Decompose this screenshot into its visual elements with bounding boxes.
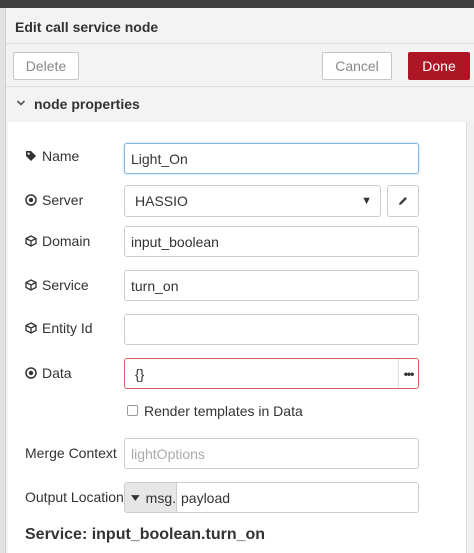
output-type-select[interactable]: msg. xyxy=(124,482,176,513)
chevron-down-icon xyxy=(16,100,26,106)
server-label: Server xyxy=(25,192,83,208)
service-input-value: turn_on xyxy=(131,277,179,294)
render-templates-checkbox[interactable] xyxy=(127,405,138,416)
tag-icon xyxy=(26,151,36,161)
server-select-value: HASSIO xyxy=(135,193,188,209)
merge-context-input[interactable]: lightOptions xyxy=(124,438,419,469)
data-label-text: Data xyxy=(42,365,72,381)
merge-context-label: Merge Context xyxy=(25,445,117,461)
name-input[interactable]: Light_On xyxy=(124,143,419,174)
cube-icon xyxy=(25,235,37,247)
domain-label: Domain xyxy=(25,233,90,249)
data-label: Data xyxy=(25,365,72,381)
done-button[interactable]: Done xyxy=(408,52,470,80)
merge-context-placeholder: lightOptions xyxy=(131,445,205,462)
service-summary: Service: input_boolean.turn_on xyxy=(25,526,266,543)
dialog-toolbar: Delete Cancel Done xyxy=(6,45,474,87)
caret-down-icon: ▼ xyxy=(361,195,372,207)
entity-id-input[interactable] xyxy=(124,314,419,345)
entity-id-label: Entity Id xyxy=(25,320,93,336)
entity-id-label-text: Entity Id xyxy=(42,320,93,336)
delete-button[interactable]: Delete xyxy=(13,52,79,80)
window-top-bar xyxy=(0,0,474,8)
name-input-value: Light_On xyxy=(131,150,188,167)
name-label-text: Name xyxy=(42,148,80,164)
render-templates-label: Render templates in Data xyxy=(144,403,303,419)
caret-down-icon xyxy=(131,494,140,501)
data-json-input[interactable]: {} ••• xyxy=(124,358,419,389)
server-select[interactable]: HASSIO ▼ xyxy=(124,185,381,217)
dot-circle-icon xyxy=(25,194,37,206)
domain-input-value: input_boolean xyxy=(131,233,219,250)
domain-label-text: Domain xyxy=(42,233,91,249)
scrollbar[interactable] xyxy=(466,122,474,553)
cube-icon xyxy=(25,322,37,334)
output-location-label-text: Output Location xyxy=(25,489,124,505)
service-label: Service xyxy=(25,277,89,293)
output-location-input[interactable]: payload xyxy=(176,482,419,513)
section-title: node properties xyxy=(34,96,140,112)
dot-circle-icon xyxy=(25,367,37,379)
output-location-value: payload xyxy=(181,489,231,506)
expand-editor-button[interactable]: ••• xyxy=(398,359,418,388)
node-properties-header[interactable]: node properties xyxy=(6,88,474,120)
output-location-label: Output Location xyxy=(25,489,124,505)
pencil-icon xyxy=(399,197,407,205)
service-input[interactable]: turn_on xyxy=(124,270,419,301)
data-json-value: {} xyxy=(135,365,145,382)
domain-input[interactable]: input_boolean xyxy=(124,226,419,257)
service-label-text: Service xyxy=(42,277,89,293)
cancel-button[interactable]: Cancel xyxy=(322,52,392,80)
cube-icon xyxy=(25,279,37,291)
server-label-text: Server xyxy=(42,192,84,208)
edit-server-button[interactable] xyxy=(387,185,419,217)
dialog-header: Edit call service node xyxy=(6,8,474,44)
output-type-label: msg. xyxy=(145,489,176,506)
merge-context-label-text: Merge Context xyxy=(25,445,117,461)
dialog-title: Edit call service node xyxy=(15,19,159,35)
name-label: Name xyxy=(25,148,79,164)
